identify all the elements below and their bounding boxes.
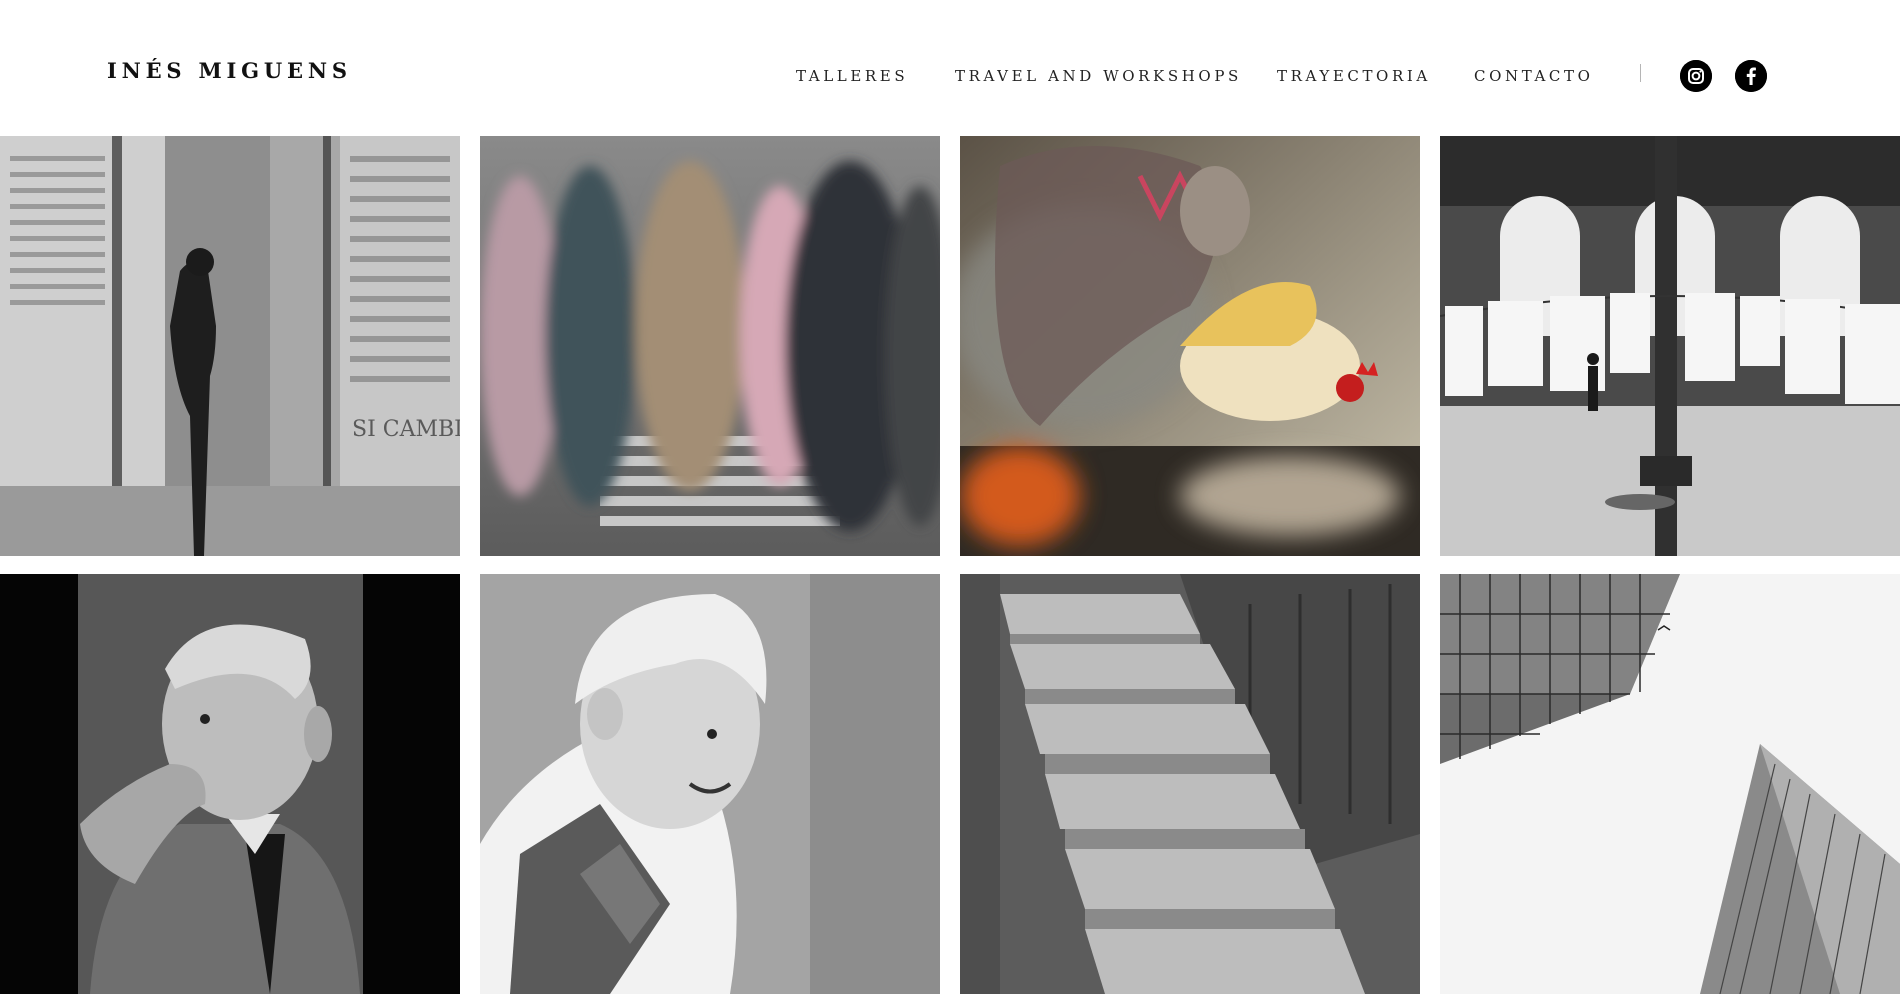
nav-item-contacto[interactable]: CONTACTO [1474, 66, 1594, 86]
facebook-icon[interactable] [1735, 60, 1767, 92]
site-header: INÉS MIGUENS TALLERES TRAVEL AND WORKSHO… [0, 0, 1900, 136]
photo-old-man-image [0, 574, 460, 994]
gallery-photo-old-man[interactable] [0, 574, 460, 994]
photo-gallery: SI CAMBIA [0, 136, 1900, 1000]
instagram-icon[interactable] [1680, 60, 1712, 92]
gallery-photo-skyscrapers[interactable] [1440, 574, 1900, 994]
gallery-photo-toddler[interactable] [480, 574, 940, 994]
photo-watermark-text: SI CAMBIA [352, 417, 460, 442]
photo-columns-image: SI CAMBIA [0, 136, 460, 556]
gallery-photo-rooster[interactable] [960, 136, 1420, 556]
nav-item-talleres[interactable]: TALLERES [796, 66, 908, 86]
photo-laundry-image [1440, 136, 1900, 556]
photo-rooster-image [960, 136, 1420, 556]
gallery-photo-columns[interactable]: SI CAMBIA [0, 136, 460, 556]
photo-stone-steps-image [960, 574, 1420, 994]
gallery-photo-laundry[interactable] [1440, 136, 1900, 556]
gallery-photo-stone-steps[interactable] [960, 574, 1420, 994]
gallery-photo-pedestrians[interactable] [480, 136, 940, 556]
site-logo[interactable]: INÉS MIGUENS [107, 58, 352, 83]
nav-item-travel-and-workshops[interactable]: TRAVEL AND WORKSHOPS [955, 66, 1242, 86]
photo-skyscrapers-image [1440, 574, 1900, 994]
photo-pedestrians-image [480, 136, 940, 556]
nav-divider [1640, 64, 1641, 82]
nav-item-trayectoria[interactable]: TRAYECTORIA [1277, 66, 1431, 86]
photo-toddler-image [480, 574, 940, 994]
